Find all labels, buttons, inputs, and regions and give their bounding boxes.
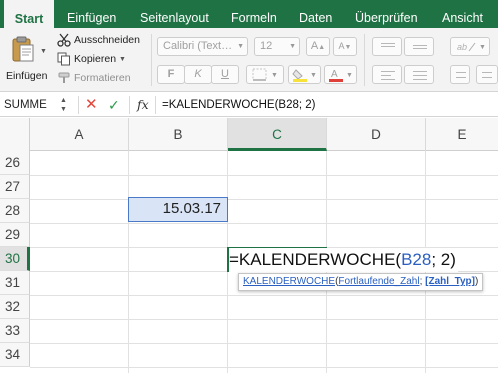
column-header-e[interactable]: E	[426, 118, 498, 151]
chevron-down-icon[interactable]: ▼	[119, 56, 126, 63]
row-header-31[interactable]: 31	[0, 271, 30, 295]
copy-icon[interactable]	[57, 52, 71, 66]
cut-button[interactable]: Ausschneiden	[74, 34, 140, 46]
chevron-down-icon: ▼	[289, 43, 296, 50]
tooltip-function-link[interactable]: KALENDERWOCHE	[243, 276, 335, 287]
font-color-button[interactable]: A ▼	[324, 65, 357, 84]
paste-label: Einfügen	[6, 70, 48, 82]
divider	[129, 96, 130, 114]
gridline	[30, 295, 498, 296]
paint-bucket-icon: ▼	[291, 69, 317, 82]
row-header-33[interactable]: 33	[0, 319, 30, 343]
enter-button[interactable]: ✓	[108, 95, 120, 115]
align-middle-button[interactable]	[404, 37, 434, 56]
divider	[364, 34, 365, 86]
gridline	[30, 343, 498, 344]
chevron-down-icon: ▼	[40, 48, 47, 55]
svg-text:▼: ▼	[271, 72, 278, 79]
svg-text:ab: ab	[457, 42, 467, 52]
font-size-value: 12	[260, 40, 273, 52]
grow-font-button[interactable]: A▲	[306, 37, 330, 56]
tab-ueberpruefen[interactable]: Überprüfen	[355, 0, 418, 28]
gridline	[30, 199, 498, 200]
row-header-27[interactable]: 27	[0, 175, 30, 199]
divider	[155, 96, 156, 114]
name-box-stepper-icon[interactable]: ▲ ▼	[60, 96, 67, 114]
cell-c30-editor[interactable]: =KALENDERWOCHE(B28; 2)	[229, 248, 458, 272]
row-header-28[interactable]: 28	[0, 199, 30, 223]
gridline	[30, 223, 498, 224]
tooltip-paren: )	[474, 276, 479, 287]
column-header-a[interactable]: A	[30, 118, 129, 151]
gridline	[128, 151, 129, 373]
ribbon-toolbar: ▼ Einfügen Ausschneiden Kopieren ▼ Forma…	[0, 28, 498, 92]
tooltip-arg-zahl-typ[interactable]: [Zahl_Typ]	[425, 276, 475, 287]
font-size-select[interactable]: 12 ▼	[254, 37, 300, 56]
bold-button[interactable]: F	[157, 65, 185, 84]
copy-button[interactable]: Kopieren	[74, 53, 116, 65]
svg-text:▼: ▼	[346, 72, 353, 79]
format-painter-icon[interactable]	[57, 71, 71, 85]
svg-text:▼: ▼	[310, 72, 317, 79]
function-tooltip: KALENDERWOCHE(Fortlaufende_Zahl; [Zahl_T…	[238, 273, 484, 291]
orientation-button[interactable]: ab ▼	[450, 37, 490, 56]
formula-bar: SUMME ▲ ▼ ✕ ✓ fx =KALENDERWOCHE(B28; 2)	[0, 93, 498, 117]
gridline	[30, 175, 498, 176]
font-name-select[interactable]: Calibri (Text… ▼	[157, 37, 248, 56]
gridline	[30, 367, 498, 368]
font-name-value: Calibri (Text…	[163, 40, 233, 52]
gridline	[30, 319, 498, 320]
decrease-indent-button[interactable]	[450, 65, 470, 84]
align-center-button[interactable]	[404, 65, 434, 84]
clipboard-icon	[12, 36, 34, 62]
spreadsheet-grid[interactable]: A B C D E 26 27 28 29 30 31 32 33 34 15.…	[0, 118, 498, 373]
formula-input[interactable]: =KALENDERWOCHE(B28; 2)	[162, 96, 316, 114]
tab-daten[interactable]: Daten	[299, 0, 332, 28]
column-header-d[interactable]: D	[327, 118, 426, 151]
format-painter-button[interactable]: Formatieren	[74, 72, 131, 84]
column-header-b[interactable]: B	[129, 118, 228, 151]
ribbon-tab-bar: Start Einfügen Seitenlayout Formeln Date…	[0, 0, 498, 28]
cell-formula-prefix: =KALENDERWOCHE(	[229, 250, 402, 269]
tooltip-arg-fortlaufende-zahl[interactable]: Fortlaufende_Zahl	[338, 276, 419, 287]
svg-text:A: A	[331, 69, 338, 80]
row-header-32[interactable]: 32	[0, 295, 30, 319]
text-orientation-icon: ab ▼	[457, 42, 486, 52]
chevron-down-icon: ▼	[237, 43, 244, 50]
font-color-icon: A ▼	[328, 69, 353, 82]
underline-button[interactable]: U	[211, 65, 239, 84]
cell-b28[interactable]: 15.03.17	[128, 197, 228, 222]
tab-start[interactable]: Start	[4, 0, 54, 28]
column-header-c[interactable]: C	[228, 118, 327, 151]
increase-indent-button[interactable]	[476, 65, 498, 84]
row-header-30[interactable]: 30	[0, 247, 30, 271]
paste-button[interactable]: ▼ Einfügen	[6, 32, 50, 88]
tab-einfuegen[interactable]: Einfügen	[67, 0, 116, 28]
divider	[78, 96, 79, 114]
row-header-29[interactable]: 29	[0, 223, 30, 247]
divider	[151, 34, 152, 86]
tab-ansicht[interactable]: Ansicht	[442, 0, 483, 28]
tab-formeln[interactable]: Formeln	[231, 0, 277, 28]
select-all-corner[interactable]	[0, 118, 30, 151]
shrink-font-button[interactable]: A▼	[333, 37, 357, 56]
border-icon: ▼	[252, 68, 278, 81]
fill-color-button[interactable]: ▼	[288, 65, 321, 84]
cell-formula-suffix: ; 2)	[431, 250, 456, 269]
cell-reference: B28	[401, 250, 432, 269]
scissors-icon[interactable]	[57, 33, 71, 47]
align-top-button[interactable]	[372, 37, 402, 56]
row-header-26[interactable]: 26	[0, 151, 30, 175]
cancel-button[interactable]: ✕	[85, 95, 98, 115]
row-header-34[interactable]: 34	[0, 343, 30, 367]
borders-button[interactable]: ▼	[246, 65, 284, 84]
insert-function-button[interactable]: fx	[137, 96, 149, 114]
tab-seitenlayout[interactable]: Seitenlayout	[140, 0, 209, 28]
align-left-button[interactable]	[372, 65, 402, 84]
italic-button[interactable]: K	[184, 65, 212, 84]
svg-text:▼: ▼	[479, 44, 486, 51]
